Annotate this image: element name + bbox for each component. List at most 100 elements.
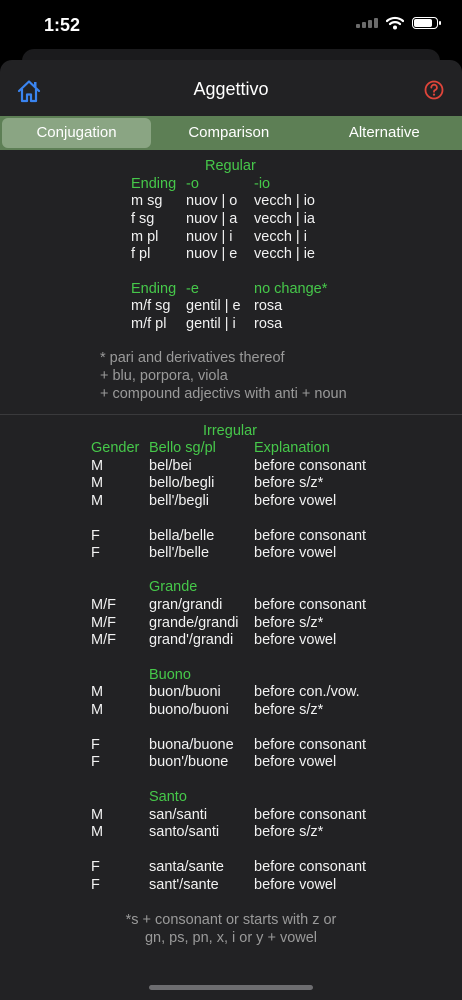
regular-note: * pari and derivatives thereof [100,350,285,366]
table-cell: M [91,824,104,840]
table-cell: before consonant [254,458,367,474]
table-cell: F [91,528,100,544]
footnote: *s + consonant or starts with z or [125,912,337,928]
table-cell: before vowel [254,632,337,648]
santo-title: Santo [149,789,187,805]
table-cell: before vowel [254,754,337,770]
status-icons [356,16,441,30]
table-header: -io [254,176,271,192]
table-cell: before consonant [254,807,367,823]
table-cell: bella/belle [149,528,215,544]
segmented-control: Conjugation Comparison Alternative [0,116,462,150]
table-cell: F [91,859,100,875]
table-cell: buon/buoni [149,684,221,700]
table-cell: vecch | i [254,229,307,245]
table-cell: before vowel [254,493,337,509]
table-cell: nuov | e [186,246,238,262]
table-cell: vecch | ie [254,246,315,262]
regular-title: Regular [205,158,256,174]
table-cell: F [91,737,100,753]
table-cell: nuov | a [186,211,238,227]
navigation-bar: Aggettivo [0,60,462,116]
modal-sheet: Aggettivo Conjugation Comparison Alterna… [0,60,462,1000]
table-cell: rosa [254,298,283,314]
table-cell: vecch | ia [254,211,315,227]
table-cell: M [91,702,104,718]
table-cell: buon'/buone [149,754,229,770]
table-cell: m sg [131,193,163,209]
home-indicator[interactable] [149,985,313,990]
table-cell: before con./vow. [254,684,360,700]
help-icon[interactable] [424,80,444,100]
status-time: 1:52 [44,15,81,35]
table-cell: bello/begli [149,475,215,491]
tab-alternative[interactable]: Alternative [307,119,462,147]
table-cell: m/f pl [131,316,167,332]
table-header: Ending [131,176,177,192]
table-cell: before s/z* [254,615,324,631]
table-header: Bello sg/pl [149,440,216,456]
regular-note: + compound adjectivs with anti + noun [100,386,347,402]
footnote: gn, ps, pn, x, i or y + vowel [144,930,318,946]
table-cell: grande/grandi [149,615,239,631]
table-cell: M [91,807,104,823]
buono-title: Buono [149,667,191,683]
table-cell: before consonant [254,737,367,753]
table-header: Explanation [254,440,330,456]
table-cell: grand'/grandi [149,632,234,648]
table-header: Ending [131,281,177,297]
table-cell: nuov | i [186,229,233,245]
table-cell: bell'/begli [149,493,210,509]
table-cell: M [91,493,104,509]
table-cell: rosa [254,316,283,332]
table-cell: m/f sg [131,298,171,314]
table-cell: before s/z* [254,824,324,840]
table-cell: before s/z* [254,475,324,491]
table-cell: M/F [91,597,116,613]
wifi-icon [386,16,404,30]
table-cell: F [91,754,100,770]
grande-title: Grande [149,579,198,595]
regular-note: + blu, porpora, viola [100,368,228,384]
table-cell: F [91,877,100,893]
table-cell: nuov | o [186,193,238,209]
table-cell: before vowel [254,545,337,561]
table-cell: buona/buone [149,737,234,753]
table-cell: santo/santi [149,824,220,840]
table-cell: sant'/sante [149,877,219,893]
table-cell: M [91,458,104,474]
table-cell: bell'/belle [149,545,210,561]
table-cell: gran/grandi [149,597,223,613]
table-cell: before s/z* [254,702,324,718]
table-cell: san/santi [149,807,208,823]
table-cell: gentil | e [186,298,241,314]
table-cell: m pl [131,229,159,245]
table-cell: buono/buoni [149,702,229,718]
table-cell: santa/sante [149,859,224,875]
table-cell: before consonant [254,859,367,875]
table-cell: before consonant [254,597,367,613]
table-cell: M/F [91,632,116,648]
cellular-signal-icon [356,18,378,28]
table-cell: M [91,475,104,491]
table-cell: f sg [131,211,155,227]
table-cell: M/F [91,615,116,631]
table-cell: before vowel [254,877,337,893]
status-bar: 1:52 [0,0,462,48]
table-header: -e [186,281,199,297]
table-cell: f pl [131,246,151,262]
section-divider [0,414,462,415]
table-cell: gentil | i [186,316,236,332]
table-cell: vecch | io [254,193,315,209]
table-header: no change* [254,281,328,297]
table-cell: M [91,684,104,700]
table-header: Gender [91,440,140,456]
battery-icon [412,17,441,29]
page-title: Aggettivo [193,79,269,99]
tab-conjugation[interactable]: Conjugation [2,118,151,148]
table-cell: before consonant [254,528,367,544]
table-cell: bel/bei [149,458,192,474]
table-header: -o [186,176,199,192]
irregular-title: Irregular [203,423,257,439]
tab-comparison[interactable]: Comparison [151,119,307,147]
